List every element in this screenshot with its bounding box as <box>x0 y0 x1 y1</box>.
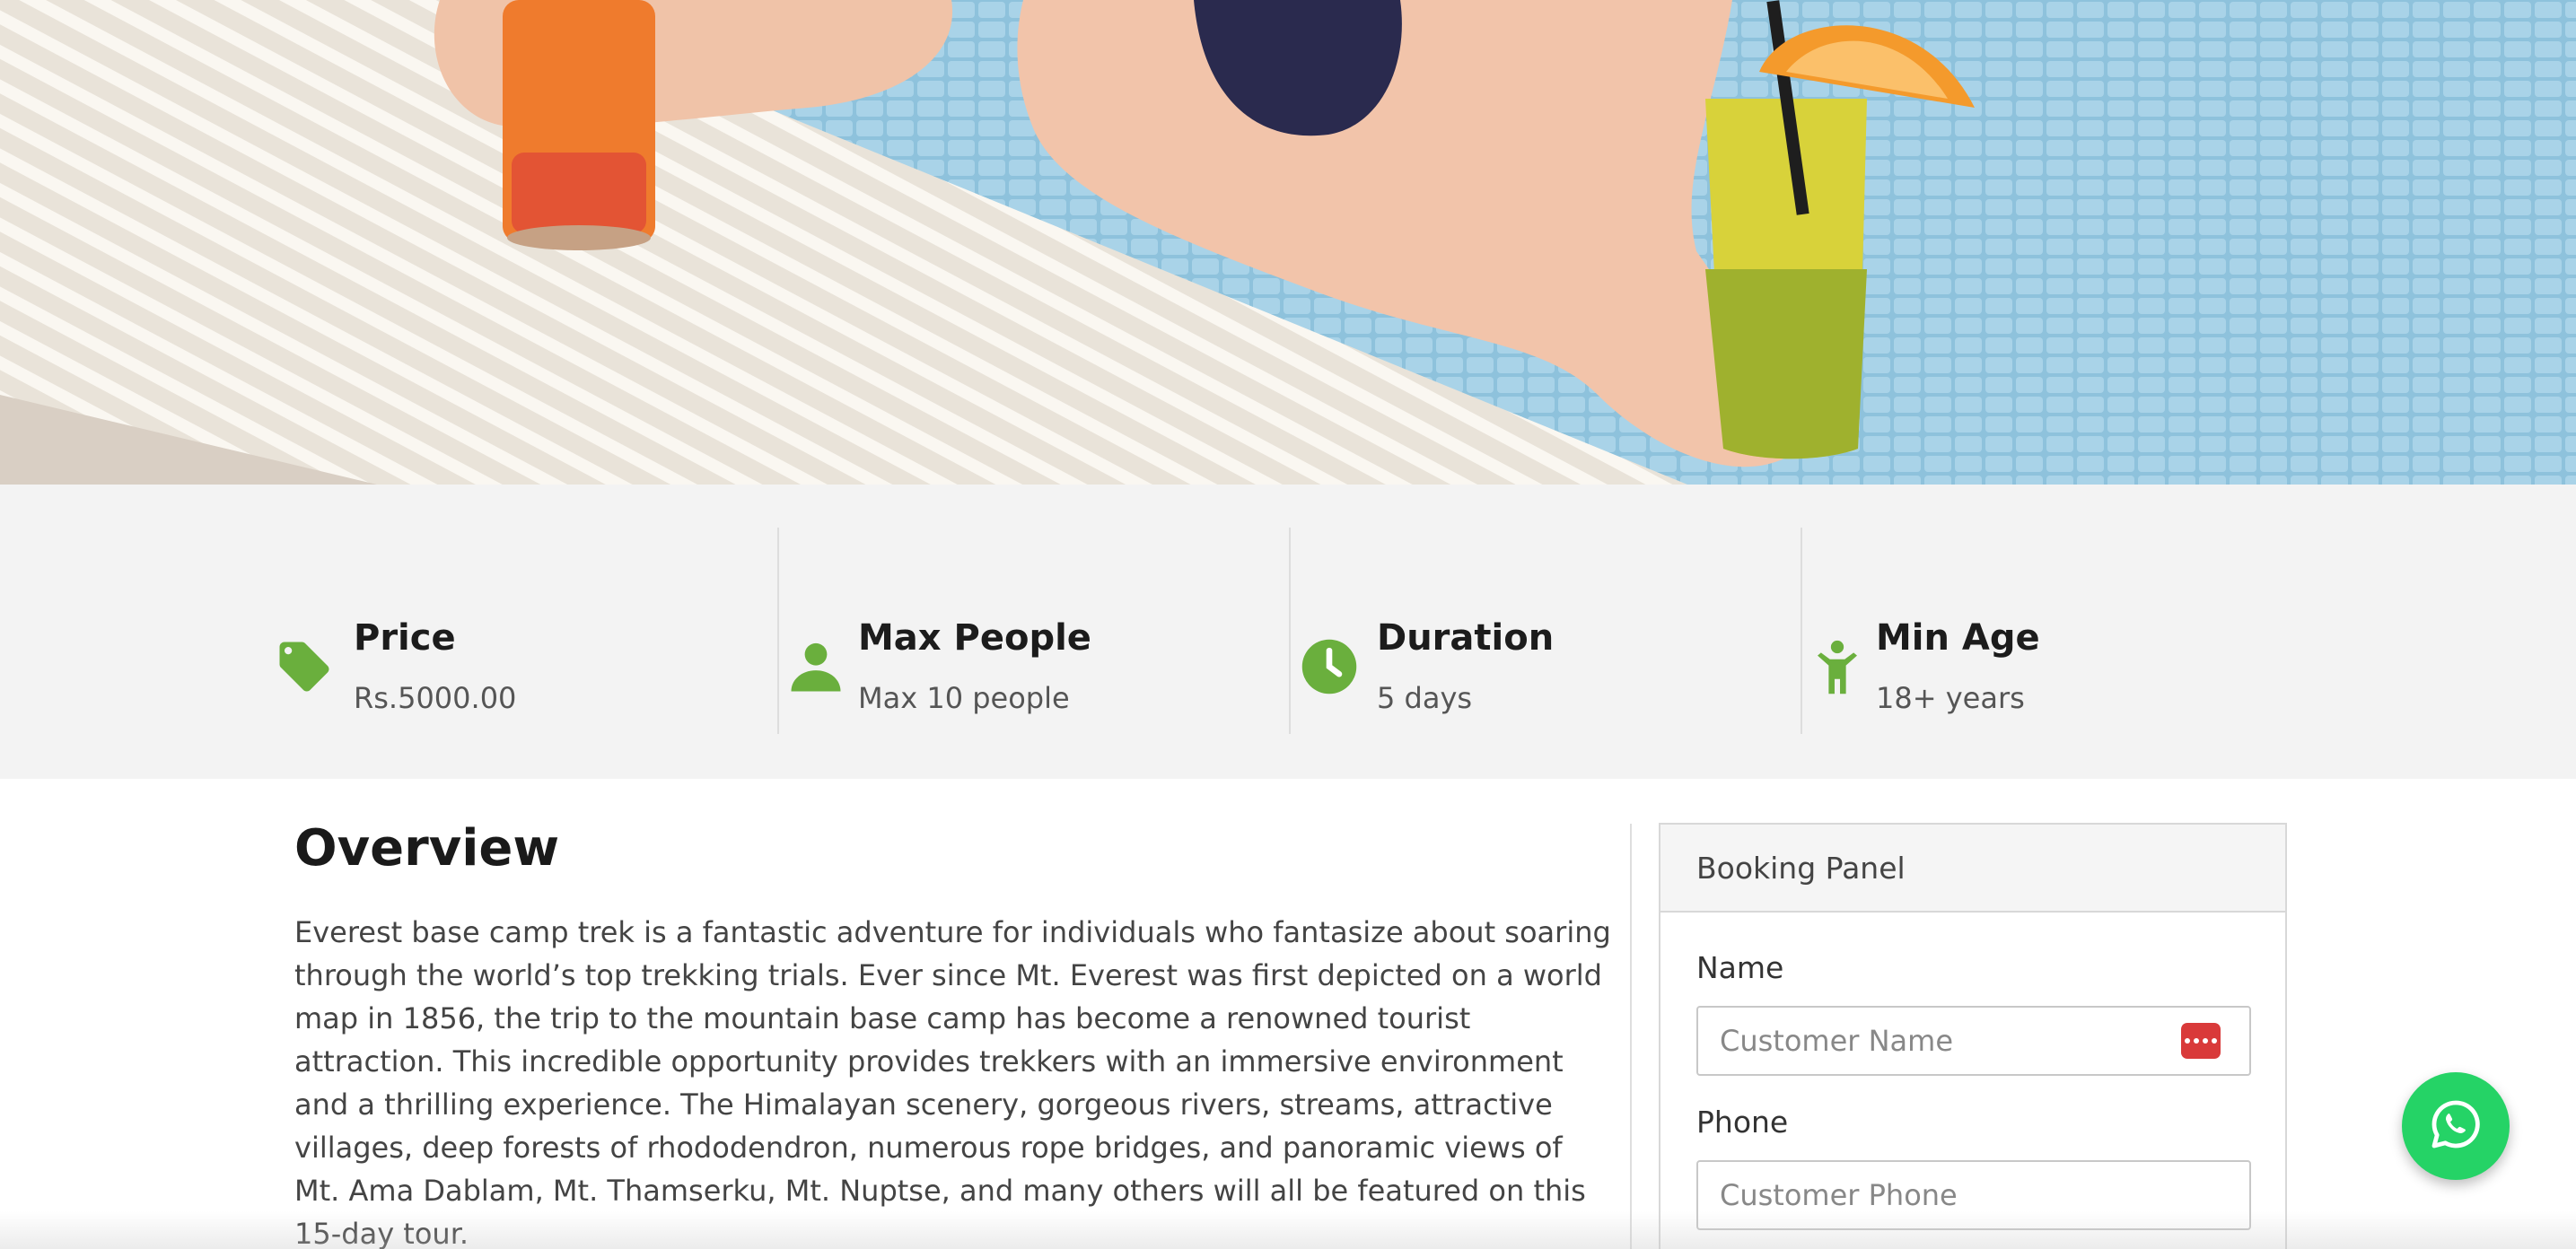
booking-panel: Booking Panel Name Phone <box>1659 823 2287 1249</box>
divider <box>1289 528 1291 734</box>
password-manager-icon[interactable] <box>2181 1023 2221 1059</box>
tour-stats-bar: Price Rs.5000.00 Max People Max 10 peopl… <box>0 485 2576 779</box>
stat-title: Max People <box>858 617 1091 659</box>
person-icon <box>786 637 846 696</box>
hero-image <box>0 0 2576 485</box>
booking-panel-title: Booking Panel <box>1660 825 2285 913</box>
phone-label: Phone <box>1696 1105 1789 1140</box>
stat-min-age: Min Age 18+ years <box>1801 528 2303 734</box>
stat-title: Min Age <box>1876 617 2040 659</box>
stat-max-people: Max People Max 10 people <box>777 528 1280 734</box>
stat-value: 5 days <box>1377 681 1473 715</box>
divider <box>1801 528 1802 734</box>
stat-price: Price Rs.5000.00 <box>269 528 772 734</box>
overview-text: Everest base camp trek is a fantastic ad… <box>294 915 1611 1249</box>
clock-icon <box>1300 637 1359 696</box>
stat-value: 18+ years <box>1876 681 2025 715</box>
name-label: Name <box>1696 950 1784 985</box>
whatsapp-icon <box>2427 1096 2484 1157</box>
divider <box>1630 824 1632 1249</box>
stat-title: Price <box>354 617 456 659</box>
stat-title: Duration <box>1377 617 1555 659</box>
divider <box>777 528 779 734</box>
whatsapp-button[interactable] <box>2402 1072 2510 1180</box>
price-tag-icon <box>275 637 334 696</box>
customer-phone-input[interactable] <box>1696 1160 2251 1230</box>
stat-value: Rs.5000.00 <box>354 681 517 715</box>
customer-name-input[interactable] <box>1696 1006 2251 1076</box>
overview-heading: Overview <box>294 819 560 878</box>
stat-duration: Duration 5 days <box>1289 528 1792 734</box>
child-icon <box>1808 637 1867 696</box>
stat-value: Max 10 people <box>858 681 1070 715</box>
